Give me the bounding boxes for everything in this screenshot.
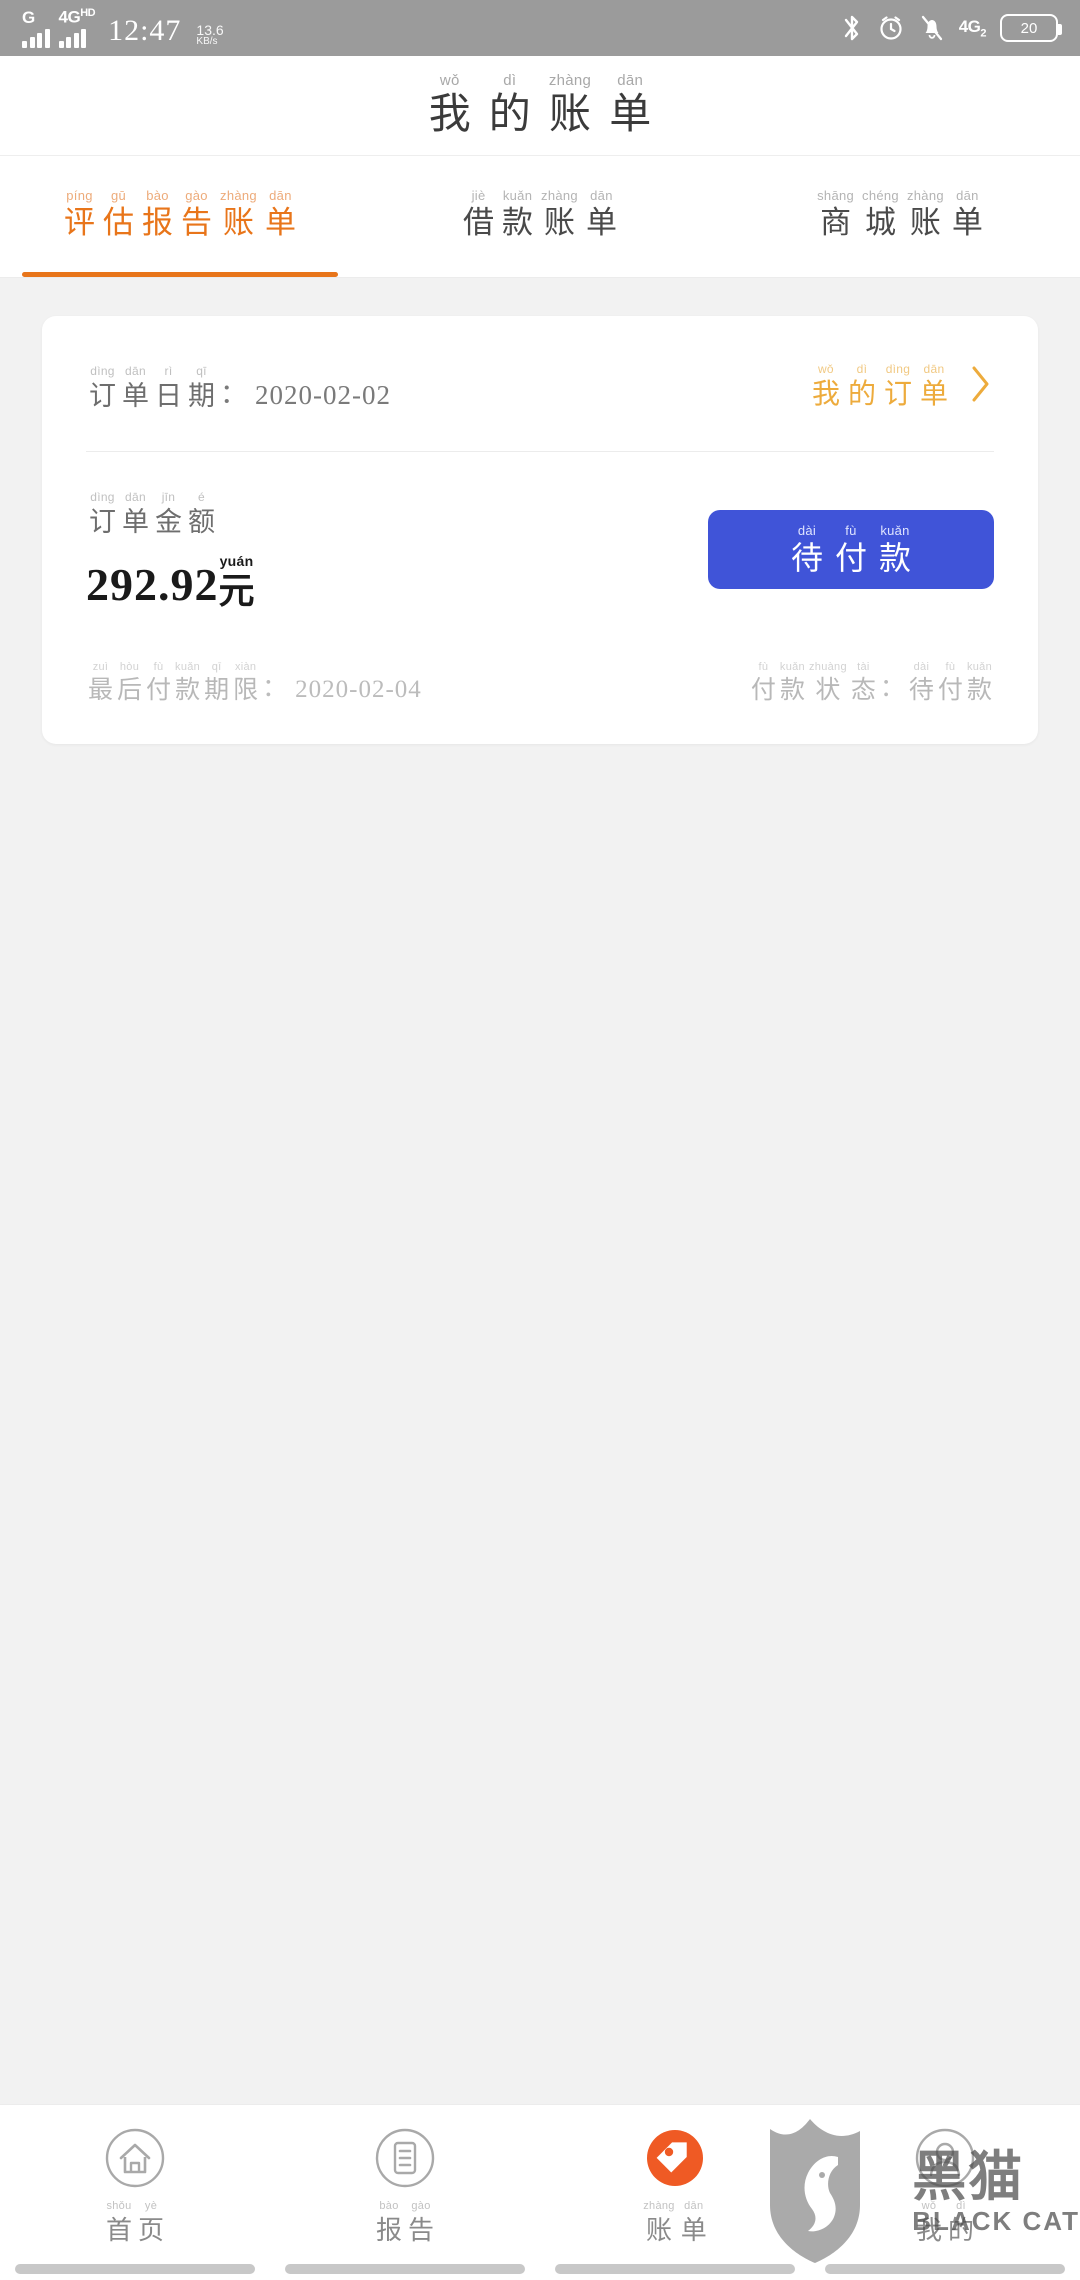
nav-mine[interactable]: wǒ 我 dì 的 [810, 2125, 1080, 2244]
signal-2-label: 4G [58, 7, 81, 27]
app-header: wǒ 我 dì 的 zhàng 账 dān 单 [0, 56, 1080, 156]
payment-deadline: zuì 最 hòu 后 fù 付 kuǎn 款 qī 期 xiàn 限 ： 2020-02-… [88, 661, 422, 705]
nav-bill[interactable]: zhàng 账 dān 单 [540, 2125, 810, 2244]
tab-loan-bill[interactable]: jiè 借 kuǎn 款 zhàng 账 dān 单 [360, 156, 720, 277]
payment-deadline-value: 2020-02-04 [295, 676, 422, 704]
status-bar-right: 4G2 20 [841, 13, 1062, 43]
title-char: wǒ 我 [428, 72, 471, 139]
home-icon [102, 2125, 168, 2191]
bill-type-tabs: píng 评 gū 估 bào 报 gào 告 zhàng 账 dān 单 jiè 借 kuǎ… [0, 156, 1080, 278]
colon: ： [220, 378, 247, 409]
person-icon [912, 2125, 978, 2191]
bill-card: dìng 订 dān 单 rì 日 qī 期 ： 2020-02-02 wǒ 我 dì 的 … [42, 316, 1038, 745]
title-char: dān 单 [609, 72, 652, 139]
status-bar-left: G 4GHD 12:47 13.6 KB/s [22, 8, 224, 48]
payment-status: fù 付 kuǎn 款 zhuàng 状 tài 态 ： dài 待 fù 付 kuǎn 款 [750, 661, 992, 705]
signal-2-hd-label: HD [80, 7, 96, 20]
status-bar-clock: 12:47 [108, 13, 182, 47]
bluetooth-icon [841, 13, 863, 43]
chevron-right-icon [968, 362, 994, 411]
card-footer-row: zuì 最 hòu 后 fù 付 kuǎn 款 qī 期 xiàn 限 ： 2020-02-… [86, 657, 994, 704]
network-speed-value: 13.6 [196, 21, 224, 38]
order-date-row: dìng 订 dān 单 rì 日 qī 期 ： 2020-02-02 wǒ 我 dì 的 … [86, 362, 994, 411]
my-order-link[interactable]: wǒ 我 dì 的 dìng 订 dān 单 [808, 362, 994, 411]
amount-currency: yuán 元 [218, 553, 255, 612]
alarm-icon [877, 14, 905, 42]
nav-report[interactable]: bào 报 gào 告 [270, 2125, 540, 2244]
network-speed: 13.6 KB/s [196, 21, 224, 48]
bottom-nav: shǒu 首 yè 页 bào 报 gào 告 zhàng 账 dān 单 wǒ… [0, 2104, 1080, 2280]
pay-now-button[interactable]: dài 待 fù 付 kuǎn 款 [708, 509, 994, 590]
tab-assessment-report-bill[interactable]: píng 评 gū 估 bào 报 gào 告 zhàng 账 dān 单 [0, 156, 360, 277]
status-badge: dài 待 [908, 661, 934, 705]
signal-1-label: G [22, 7, 35, 27]
order-amount-block: dìng 订 dān 单 jīn 金 é额 292.92 yuán 元 [86, 488, 255, 611]
order-amount-label: dìng 订 dān 单 jīn 金 é额 [89, 490, 215, 537]
order-amount-row: dìng订 dān单 jīn金 é额 292.92 yuán 元 dài [86, 488, 994, 611]
card-divider [86, 451, 994, 452]
signal-1-icon: G [22, 9, 50, 48]
tab-mall-bill[interactable]: shāng 商 chéng 城 zhàng 账 dān 单 [720, 156, 1080, 277]
battery-level: 20 [1020, 19, 1038, 37]
order-date-label: dìng 订 dān 单 rì 日 qī 期 ： 2020-02-02 [89, 364, 391, 412]
network-speed-unit: KB/s [196, 36, 218, 48]
signal-2-icon: 4GHD [58, 7, 96, 48]
amount-number: 292.92 [86, 559, 219, 611]
status-bar: G 4GHD 12:47 13.6 KB/s 4G2 20 [0, 0, 1080, 56]
battery-icon: 20 [1000, 14, 1062, 42]
document-icon [372, 2125, 438, 2191]
network-4g-icon: 4G2 [958, 16, 987, 40]
tag-icon [642, 2125, 708, 2191]
page-title: wǒ 我 dì 的 zhàng 账 dān 单 [420, 73, 660, 137]
title-char: zhàng 账 [548, 72, 592, 139]
bill-list: dìng 订 dān 单 rì 日 qī 期 ： 2020-02-02 wǒ 我 dì 的 … [0, 278, 1080, 745]
order-date-value: 2020-02-02 [255, 379, 391, 410]
order-amount-value: 292.92 yuán 元 [86, 554, 255, 611]
title-char: dì 的 [488, 72, 531, 139]
nav-home[interactable]: shǒu 首 yè 页 [0, 2125, 270, 2244]
mute-bell-icon [919, 14, 945, 42]
